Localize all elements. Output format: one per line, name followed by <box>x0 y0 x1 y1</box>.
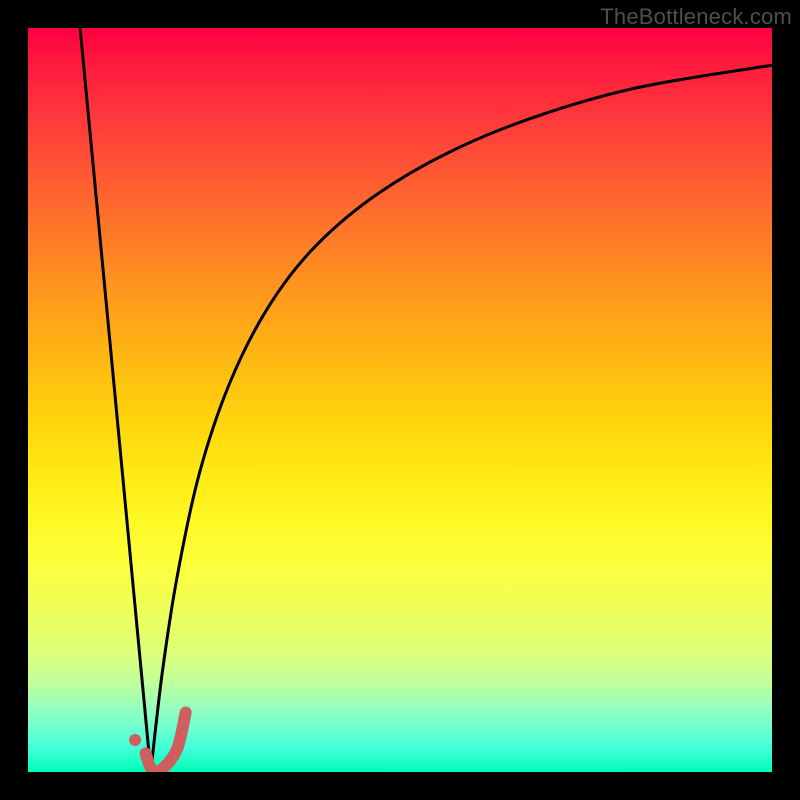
curve-layer <box>28 28 772 772</box>
chart-frame: TheBottleneck.com <box>0 0 800 800</box>
right-branch-line <box>151 65 772 772</box>
watermark-text: TheBottleneck.com <box>600 4 792 30</box>
marker-dot-icon <box>129 734 141 746</box>
plot-area <box>28 28 772 772</box>
left-branch-line <box>80 28 151 772</box>
marker-hook-line <box>146 713 186 773</box>
